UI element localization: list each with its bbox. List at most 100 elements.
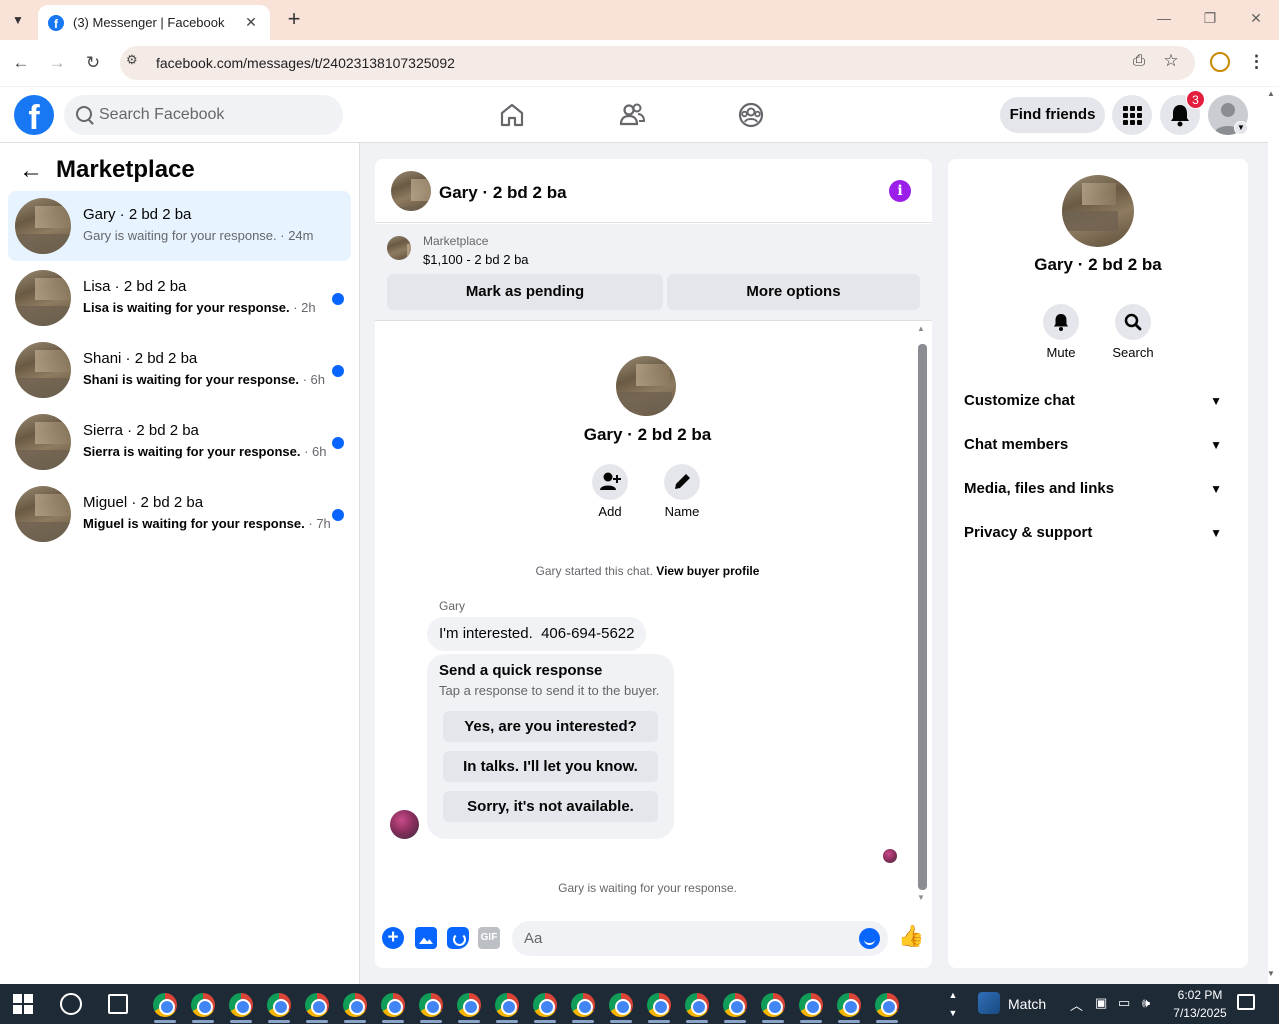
site-info-icon[interactable]: ⚙ (126, 52, 146, 74)
task-view-icon[interactable] (108, 994, 128, 1014)
tray-chevron-up-icon[interactable]: ︿ (1070, 995, 1083, 1014)
conversation-item[interactable]: Miguel · 2 bd 2 ba Miguel is waiting for… (8, 479, 351, 549)
home-icon[interactable] (498, 101, 526, 129)
privacy-support-section[interactable]: Privacy & support ▼ (964, 524, 1234, 548)
taskbar-app-icon[interactable] (381, 993, 405, 1017)
window-close-icon[interactable]: ✕ (1246, 10, 1266, 30)
back-arrow-icon[interactable]: ← (18, 158, 44, 184)
taskbar-app-icon[interactable] (571, 993, 595, 1017)
taskbar-app-icon[interactable] (647, 993, 671, 1017)
friends-icon[interactable] (618, 101, 646, 129)
sticker-icon[interactable] (447, 927, 469, 949)
customize-chat-section[interactable]: Customize chat ▼ (964, 392, 1234, 416)
taskbar-app-icon[interactable] (495, 993, 519, 1017)
chat-members-section[interactable]: Chat members ▼ (964, 436, 1234, 460)
taskbar-app-icon[interactable] (191, 993, 215, 1017)
forward-nav-icon[interactable]: → (44, 50, 70, 76)
listing-price-title[interactable]: $1,100 - 2 bd 2 ba (423, 252, 529, 267)
more-options-button[interactable]: More options (667, 274, 920, 310)
windows-start-icon[interactable] (13, 994, 33, 1014)
conversation-item[interactable]: Lisa · 2 bd 2 ba Lisa is waiting for you… (8, 263, 351, 333)
taskbar-app-icon[interactable] (609, 993, 633, 1017)
taskbar-app-icon[interactable] (343, 993, 367, 1017)
meet-now-icon[interactable]: ▣ (1095, 995, 1107, 1011)
search-conversation-button[interactable] (1115, 304, 1151, 340)
taskbar-app-icon[interactable] (685, 993, 709, 1017)
taskbar-search-icon[interactable] (60, 993, 82, 1015)
taskbar-app-icon[interactable] (533, 993, 557, 1017)
apps-menu-button[interactable] (1112, 95, 1152, 135)
taskbar-app-icon[interactable] (419, 993, 443, 1017)
mute-button[interactable] (1043, 304, 1079, 340)
thumbs-up-icon[interactable]: 👍 (898, 925, 924, 949)
browser-profile-icon[interactable] (1210, 52, 1230, 72)
edit-name-button[interactable] (664, 464, 700, 500)
message-input[interactable] (512, 921, 888, 956)
emoji-icon[interactable] (859, 928, 880, 949)
groups-icon[interactable] (737, 101, 765, 129)
conversation-item[interactable]: Shani · 2 bd 2 ba Shani is waiting for y… (8, 335, 351, 405)
weather-label[interactable]: Match (1008, 996, 1046, 1012)
chevron-down-icon[interactable]: ▼ (1234, 121, 1248, 135)
browser-tab[interactable]: f (3) Messenger | Facebook ✕ (38, 5, 270, 40)
taskbar-app-icon[interactable] (799, 993, 823, 1017)
taskbar-app-icon[interactable] (267, 993, 291, 1017)
restore-icon[interactable]: ❐ (1200, 10, 1220, 30)
taskbar-scroll-icon[interactable]: ▲ ▼ (946, 986, 960, 1024)
volume-icon[interactable]: 🕪 (1142, 995, 1150, 1011)
gif-icon[interactable]: GIF (478, 927, 500, 949)
taskbar-app-icon[interactable] (723, 993, 747, 1017)
view-buyer-profile-link[interactable]: View buyer profile (656, 564, 759, 578)
action-center-icon[interactable] (1237, 994, 1255, 1010)
photo-icon[interactable] (415, 927, 437, 949)
quick-response-option[interactable]: In talks. I'll let you know. (443, 751, 658, 782)
tab-list-button[interactable]: ▼ (6, 8, 30, 32)
browser-menu-icon[interactable]: ⋮ (1248, 52, 1265, 72)
new-tab-button[interactable]: + (282, 8, 306, 32)
media-files-links-section[interactable]: Media, files and links ▼ (964, 480, 1234, 504)
info-icon[interactable]: i (889, 180, 911, 202)
listing-thumbnail[interactable] (387, 236, 411, 260)
message-bubble[interactable]: I'm interested. 406-694-5622 (427, 617, 647, 651)
taskbar-app-icon[interactable] (153, 993, 177, 1017)
conversation-item[interactable]: Sierra · 2 bd 2 ba Sierra is waiting for… (8, 407, 351, 477)
taskbar-app-icon[interactable] (837, 993, 861, 1017)
page-scrollbar[interactable] (1268, 87, 1279, 984)
reload-icon[interactable]: ↻ (80, 50, 106, 76)
conversation-item[interactable]: Gary · 2 bd 2 ba Gary is waiting for you… (8, 191, 351, 261)
bell-icon (1054, 314, 1068, 331)
back-nav-icon[interactable]: ← (8, 50, 34, 76)
mark-as-pending-button[interactable]: Mark as pending (387, 274, 663, 310)
chat-title[interactable]: Gary · 2 bd 2 ba (439, 183, 567, 203)
section-label: Chat members (964, 436, 1069, 453)
taskbar-app-icon[interactable] (875, 993, 899, 1017)
taskbar-app-icon[interactable] (229, 993, 253, 1017)
conversation-time: · 24m (276, 228, 314, 243)
add-person-button[interactable] (592, 464, 628, 500)
install-app-icon[interactable]: ⎙ (1128, 52, 1150, 74)
quick-response-option[interactable]: Yes, are you interested? (443, 711, 658, 742)
scroll-up-icon[interactable]: ▲ (917, 324, 925, 333)
clock-time[interactable]: 6:02 PM (1170, 988, 1230, 1002)
facebook-logo-icon[interactable]: f (14, 95, 54, 135)
taskbar-app-icon[interactable] (761, 993, 785, 1017)
url-text[interactable]: facebook.com/messages/t/2402313810732509… (156, 55, 455, 71)
details-thumbnail[interactable] (1062, 175, 1134, 247)
minimize-icon[interactable]: — (1154, 10, 1174, 30)
plus-icon[interactable]: + (382, 927, 404, 949)
bookmark-star-icon[interactable]: ☆ (1160, 51, 1182, 73)
taskbar-app-indicator (154, 1020, 176, 1023)
chat-header-thumbnail[interactable] (391, 171, 431, 211)
network-icon[interactable]: ▭ (1118, 995, 1130, 1011)
clock-date[interactable]: 7/13/2025 (1166, 1006, 1234, 1020)
quick-response-option[interactable]: Sorry, it's not available. (443, 791, 658, 822)
taskbar-app-icon[interactable] (305, 993, 329, 1017)
weather-icon[interactable] (978, 992, 1000, 1014)
scroll-down-icon[interactable]: ▼ (1267, 969, 1275, 978)
scroll-up-icon[interactable]: ▲ (1267, 89, 1275, 98)
tab-close-icon[interactable]: ✕ (242, 14, 260, 31)
taskbar-app-icon[interactable] (457, 993, 481, 1017)
find-friends-button[interactable]: Find friends (1000, 97, 1105, 133)
tab-title: (3) Messenger | Facebook (73, 15, 225, 30)
sender-avatar[interactable] (390, 810, 419, 839)
